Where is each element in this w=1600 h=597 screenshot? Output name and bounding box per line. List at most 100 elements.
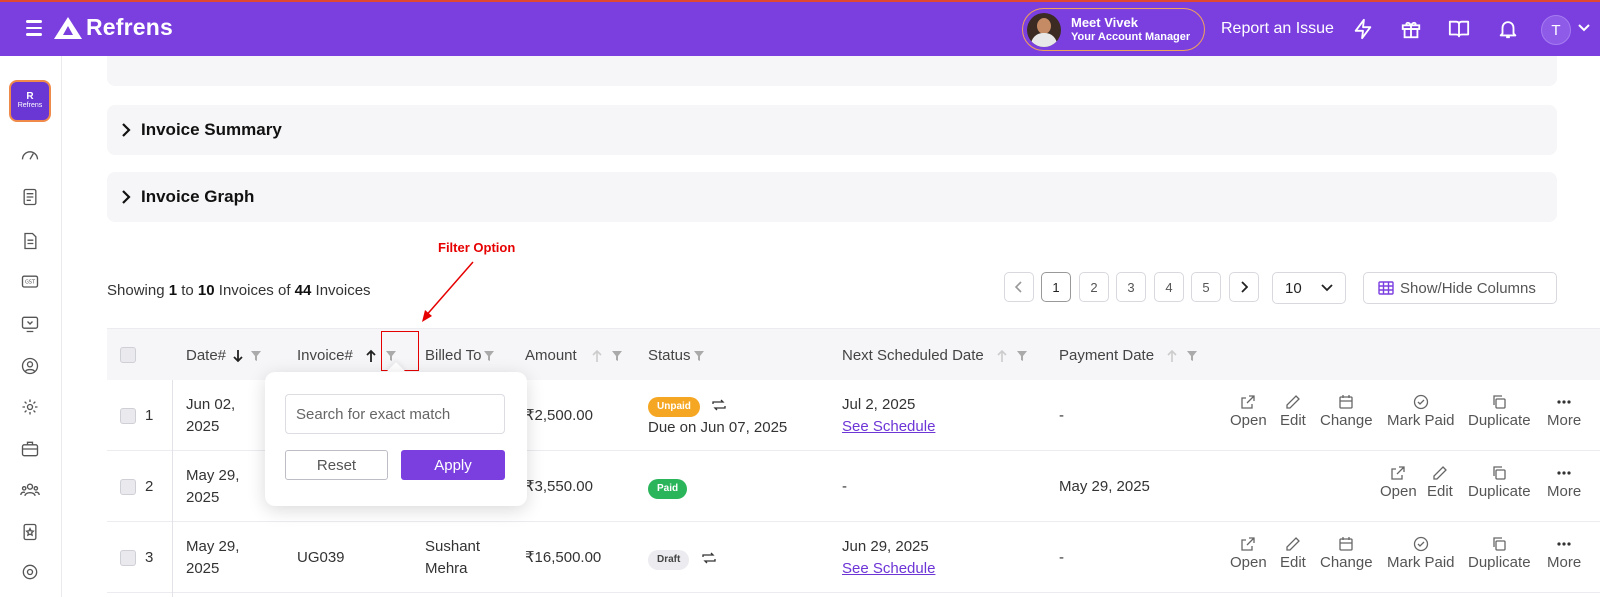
column-billed-to-header: Billed To [425, 347, 495, 364]
payment-date: May 29, 2025 [1059, 478, 1150, 495]
select-all-checkbox[interactable] [120, 347, 136, 363]
row-checkbox[interactable] [120, 408, 136, 424]
see-schedule-link[interactable]: See Schedule [842, 558, 935, 580]
payment-icon[interactable] [20, 314, 40, 334]
duplicate-action[interactable]: Duplicate [1468, 465, 1531, 500]
results-count: Showing 1 to 10 Invoices of 44 Invoices [107, 282, 371, 299]
invoice-date: May 29, 2025 [186, 538, 240, 577]
hamburger-menu-icon[interactable] [26, 20, 42, 36]
refrens-logo-icon [54, 16, 82, 39]
chevron-left-icon [1015, 281, 1022, 293]
manager-avatar [1027, 12, 1061, 47]
exact-match-search-input[interactable] [285, 394, 505, 434]
column-amount-header: Amount [525, 347, 623, 364]
payment-date: - [1059, 549, 1064, 566]
sort-up-icon[interactable] [591, 349, 603, 363]
mark-paid-action[interactable]: Mark Paid [1387, 394, 1455, 429]
column-next-scheduled-header: Next Scheduled Date [842, 347, 1028, 364]
report-issue-link[interactable]: Report an Issue [1221, 20, 1334, 38]
prev-page-button[interactable] [1004, 272, 1034, 302]
invoice-icon[interactable] [20, 231, 40, 251]
duplicate-action[interactable]: Duplicate [1468, 536, 1531, 571]
edit-action[interactable]: Edit [1280, 394, 1306, 429]
filter-icon[interactable] [1186, 350, 1198, 362]
book-icon[interactable] [1448, 18, 1470, 40]
gear-icon[interactable] [20, 562, 40, 582]
invoice-summary-accordion[interactable]: Invoice Summary [107, 105, 1557, 155]
more-action[interactable]: More [1547, 394, 1581, 429]
page-3-button[interactable]: 3 [1116, 272, 1146, 302]
edit-action[interactable]: Edit [1280, 536, 1306, 571]
user-avatar[interactable]: T [1541, 15, 1571, 45]
invoice-graph-accordion[interactable]: Invoice Graph [107, 172, 1557, 222]
invoice-amount: ₹16,500.00 [525, 549, 602, 566]
show-hide-columns-button[interactable]: Show/Hide Columns [1363, 272, 1557, 304]
settings-gear-icon[interactable] [20, 397, 40, 417]
mark-paid-action[interactable]: Mark Paid [1387, 536, 1455, 571]
more-dots-icon [1557, 542, 1571, 546]
sort-up-icon[interactable] [1166, 349, 1178, 363]
copy-icon [1493, 537, 1506, 551]
change-action[interactable]: Change [1320, 394, 1373, 429]
duplicate-action[interactable]: Duplicate [1468, 394, 1531, 429]
row-checkbox[interactable] [120, 479, 136, 495]
filter-icon[interactable] [693, 350, 705, 362]
team-icon[interactable] [20, 480, 40, 500]
top-bar: Refrens Meet Vivek Your Account Manager … [0, 0, 1600, 56]
user-circle-icon[interactable] [20, 356, 40, 376]
more-action[interactable]: More [1547, 536, 1581, 571]
account-manager-button[interactable]: Meet Vivek Your Account Manager [1022, 8, 1205, 51]
next-scheduled-date: Jul 2, 2025 See Schedule [842, 394, 935, 438]
filter-icon[interactable] [250, 350, 262, 362]
gift-icon[interactable] [1400, 18, 1422, 40]
filter-icon[interactable] [1016, 350, 1028, 362]
annotation-label: Filter Option [438, 240, 516, 255]
sidebar-app-logo[interactable]: R Refrens [9, 80, 51, 122]
columns-grid-icon [1378, 281, 1394, 295]
per-page-select[interactable]: 10 [1272, 272, 1346, 304]
edit-action[interactable]: Edit [1427, 465, 1453, 500]
see-schedule-link[interactable]: See Schedule [842, 416, 935, 438]
change-action[interactable]: Change [1320, 536, 1373, 571]
open-action[interactable]: Open [1380, 465, 1417, 500]
copy-icon [1493, 466, 1506, 480]
bell-icon[interactable] [1497, 18, 1519, 40]
invoice-summary-title: Invoice Summary [141, 120, 282, 139]
page-2-button[interactable]: 2 [1079, 272, 1109, 302]
row-checkbox[interactable] [120, 550, 136, 566]
page-4-button[interactable]: 4 [1154, 272, 1184, 302]
open-action[interactable]: Open [1230, 394, 1267, 429]
annotation-arrow-icon [422, 261, 474, 322]
table-row[interactable]: 3 May 29, 2025 UG039 Sushant Mehra ₹16,500… [107, 522, 1600, 593]
sort-up-icon[interactable] [365, 349, 377, 363]
dashboard-icon[interactable] [20, 146, 40, 166]
apply-button[interactable]: Apply [401, 450, 505, 480]
external-link-icon [1241, 537, 1255, 551]
sort-down-icon[interactable] [232, 349, 244, 363]
page-1-button[interactable]: 1 [1041, 272, 1071, 302]
invoice-graph-title: Invoice Graph [141, 187, 255, 206]
next-scheduled-date: - [842, 478, 847, 495]
reset-button[interactable]: Reset [285, 450, 388, 480]
document-list-icon[interactable] [20, 187, 40, 207]
chevron-right-icon [122, 123, 131, 137]
more-action[interactable]: More [1547, 465, 1581, 500]
filter-icon[interactable] [483, 350, 495, 362]
open-action[interactable]: Open [1230, 536, 1267, 571]
pencil-icon [1286, 395, 1300, 409]
lightning-icon[interactable] [1352, 18, 1374, 40]
pencil-icon [1433, 466, 1447, 480]
page-5-button[interactable]: 5 [1191, 272, 1221, 302]
row-index: 1 [145, 407, 154, 424]
check-circle-icon [1413, 394, 1428, 410]
briefcase-icon[interactable] [20, 439, 40, 459]
column-date-header: Date# [186, 347, 262, 364]
sort-up-icon[interactable] [996, 349, 1008, 363]
filter-icon[interactable] [611, 350, 623, 362]
star-document-icon[interactable] [20, 522, 40, 542]
recurring-icon [712, 399, 726, 411]
gst-icon[interactable]: GST [20, 272, 40, 292]
brand-logo[interactable]: Refrens [54, 14, 173, 41]
next-page-button[interactable] [1229, 272, 1259, 302]
chevron-down-icon[interactable] [1578, 24, 1590, 32]
